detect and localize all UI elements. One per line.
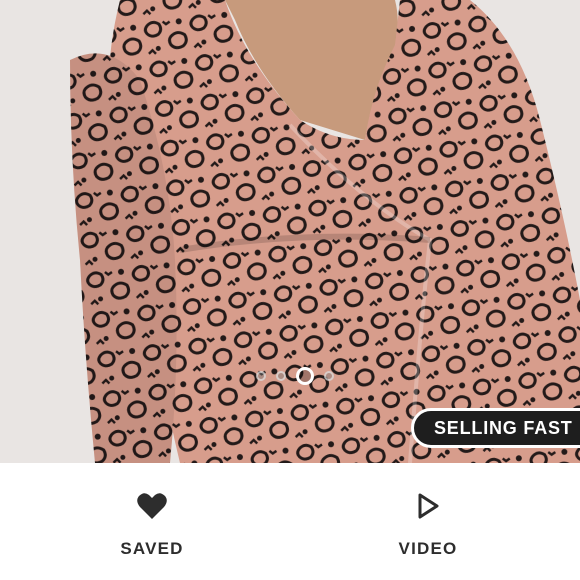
carousel-dot[interactable]: [276, 371, 286, 381]
video-label: VIDEO: [398, 539, 458, 558]
carousel-dot[interactable]: [256, 371, 266, 381]
saved-label: SAVED: [120, 539, 184, 558]
video-button[interactable]: VIDEO: [328, 463, 528, 580]
product-photo-svg: [0, 0, 580, 463]
play-icon: [417, 491, 439, 521]
carousel-indicator: [10, 366, 580, 386]
action-bar: SAVED VIDEO: [0, 463, 580, 580]
saved-button[interactable]: SAVED: [52, 463, 252, 580]
product-image[interactable]: SELLING FAST: [0, 0, 580, 463]
heart-icon: [137, 491, 167, 521]
badge-label: SELLING FAST: [434, 417, 573, 438]
selling-fast-badge: SELLING FAST: [411, 408, 580, 448]
carousel-dot[interactable]: [324, 371, 334, 381]
carousel-dot-active[interactable]: [296, 367, 314, 385]
